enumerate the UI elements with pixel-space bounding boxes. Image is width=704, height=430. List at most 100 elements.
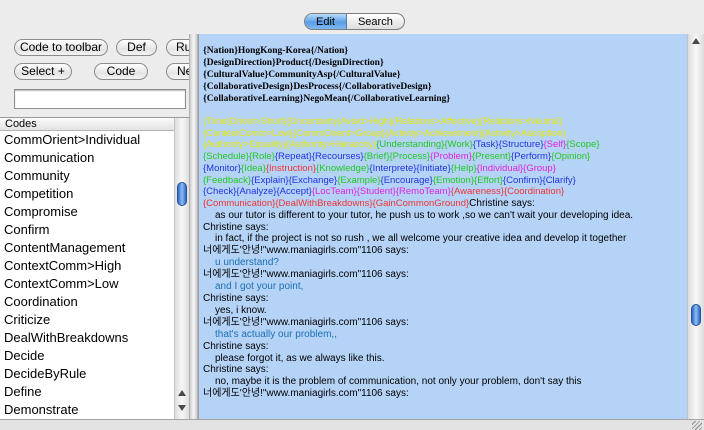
code-list-item[interactable]: Communication (0, 149, 189, 167)
document-scrollbar[interactable] (687, 34, 704, 419)
code-tag: {Idea} (241, 162, 266, 174)
code-tag: {Student} (356, 186, 396, 198)
code-tag: {Help} (450, 162, 477, 174)
chat-speaker: Christine says: (469, 197, 535, 209)
code-to-toolbar-button[interactable]: Code to toolbar (14, 39, 108, 56)
codes-scrollbar[interactable] (174, 118, 189, 419)
ne-button[interactable]: Ne (166, 63, 189, 80)
code-tag: {Example} (337, 174, 381, 186)
left-pane: Code to toolbar Def Ru Select + Code Ne … (0, 34, 189, 419)
code-tag: {Brief} (363, 151, 390, 163)
code-list-item[interactable]: Define (0, 383, 189, 401)
chat-speaker: Christine says: (203, 340, 269, 352)
code-tag: {Knowledge} (316, 162, 370, 174)
chat-speaker: 너에게도'안녕!"www.maniagirls.com"1106 says: (203, 316, 409, 328)
tag-line: {ContextComm>Low}{CommOrient>Group}{Acti… (203, 128, 683, 140)
split-divider[interactable] (189, 34, 198, 419)
document-tag-codes: {Time|Orient>Short}{Uncertainty|Avoid>Hi… (203, 116, 683, 210)
code-list-item[interactable]: DecideByRule (0, 365, 189, 383)
document-text[interactable]: {Nation}HongKong-Korea{/Nation} {DesignDi… (199, 34, 687, 419)
chat-speaker: Christine says: (203, 292, 269, 304)
code-tag: {GainCommonGround} (372, 197, 470, 209)
chat-speaker: Christine says: (203, 221, 269, 233)
code-tag: {Task} (472, 139, 499, 151)
code-tag: {Check} (203, 186, 237, 198)
code-tag: {Feedback} (203, 174, 252, 186)
codes-column-header[interactable]: Codes (0, 118, 189, 131)
code-tag: {Present} (471, 151, 511, 163)
chat-message: please forgot it, as we always like this… (215, 352, 385, 364)
code-tag: {Repeat} (274, 151, 312, 163)
chat-message: u understand? (215, 257, 279, 269)
code-tag: {Emotion} (432, 174, 475, 186)
ru-button[interactable]: Ru (166, 39, 189, 56)
codes-scroll-thumb[interactable] (177, 182, 187, 206)
code-list-item[interactable]: DealWithBreakdowns (0, 329, 189, 347)
code-tag: {CommOrient>Group} (293, 127, 386, 139)
code-tag: {Relations>Affective} (392, 116, 481, 127)
scroll-down-arrow-icon[interactable] (178, 405, 186, 411)
code-tag: {Perform} (511, 151, 552, 163)
code-list-item[interactable]: Community (0, 167, 189, 185)
document-pane: {Nation}HongKong-Korea{/Nation} {DesignDi… (198, 34, 704, 419)
code-tag: {Time|Orient>Short} (203, 116, 287, 127)
code-tag: {Interprete} (369, 162, 417, 174)
code-tag: {Coordination} (503, 186, 565, 198)
code-tag: {Individual} (476, 162, 524, 174)
tab-edit[interactable]: Edit (305, 14, 347, 29)
code-list-item[interactable]: ContextComm>Low (0, 275, 189, 293)
tag-line: {Authority>Equality}{Authority>Hierarchy… (203, 139, 683, 151)
code-tag: {Understanding} (376, 139, 445, 151)
code-list-item[interactable]: Decide (0, 347, 189, 365)
code-list-item[interactable]: Confirm (0, 221, 189, 239)
header-code-line: {Nation}HongKong-Korea{/Nation} (203, 46, 349, 56)
code-button[interactable]: Code (94, 63, 148, 80)
tag-line: {Time|Orient>Short}{Uncertainty|Avoid>Hi… (203, 116, 683, 128)
def-button[interactable]: Def (116, 39, 157, 56)
code-tag: {Clarify} (542, 174, 576, 186)
status-bar (0, 419, 704, 430)
chat-message: in fact, if the project is not so rush ,… (215, 233, 627, 245)
code-list-item[interactable]: CommOrient>Individual (0, 131, 189, 149)
scroll-up-arrow-icon[interactable] (692, 38, 700, 44)
code-tag: {Scope} (566, 139, 600, 151)
code-tag: {Schedule} (203, 151, 249, 163)
select-plus-button[interactable]: Select + (14, 63, 72, 80)
code-tag: {RemoTeam} (395, 186, 451, 198)
code-tag: {Instruction} (265, 162, 317, 174)
resize-grip-icon[interactable] (692, 421, 702, 430)
header-code-line: {DesignDirection}Product{/DesignDirectio… (203, 58, 384, 68)
code-tag: {Uncertainty|Avoid>High} (286, 116, 393, 127)
code-list-item[interactable]: Competition (0, 185, 189, 203)
code-list-item[interactable]: Compromise (0, 203, 189, 221)
code-tag: {Relations>Neutral} (480, 116, 563, 127)
code-tag: {Work} (444, 139, 473, 151)
code-list-item[interactable]: Criticize (0, 311, 189, 329)
code-tag: {Exchange} (288, 174, 338, 186)
code-list-item[interactable]: ContextComm>High (0, 257, 189, 275)
document-scroll-thumb[interactable] (691, 304, 701, 326)
tag-line: {Schedule}{Role}{Repeat}{Recourses}{Brie… (203, 151, 683, 163)
scroll-up-arrow-icon[interactable] (178, 390, 186, 396)
code-list-item[interactable]: Demonstrate (0, 401, 189, 419)
tab-search[interactable]: Search (347, 14, 404, 29)
code-tag: {Communication} (203, 197, 276, 209)
code-tag: {ContextComm>Low} (203, 127, 294, 139)
code-tag: {LocTeam} (311, 186, 357, 198)
tag-line: {Monitor}{Idea}{Instruction}{Knowledge}{… (203, 163, 683, 175)
chat-message: no, maybe it is the problem of communica… (215, 376, 582, 388)
code-tag: {Confirm} (502, 174, 543, 186)
header-code-line: {CulturalValue}CommunityAsp{/CulturalVal… (203, 70, 401, 80)
chat-speaker: 너에게도'안녕!"www.maniagirls.com"1106 says: (203, 269, 409, 281)
mode-tabs: Edit Search (304, 13, 405, 30)
code-list-item[interactable]: Coordination (0, 293, 189, 311)
code-tag: {Self} (543, 139, 567, 151)
code-tag: {Role} (248, 151, 275, 163)
code-tag: {Analyze} (236, 186, 277, 198)
code-tag: {Explain} (251, 174, 289, 186)
code-tag: {Structure} (498, 139, 544, 151)
code-list-item[interactable]: ContentManagement (0, 239, 189, 257)
code-tag: {Problem} (430, 151, 472, 163)
code-tag: {Monitor} (203, 162, 242, 174)
code-filter-input[interactable] (14, 89, 186, 109)
